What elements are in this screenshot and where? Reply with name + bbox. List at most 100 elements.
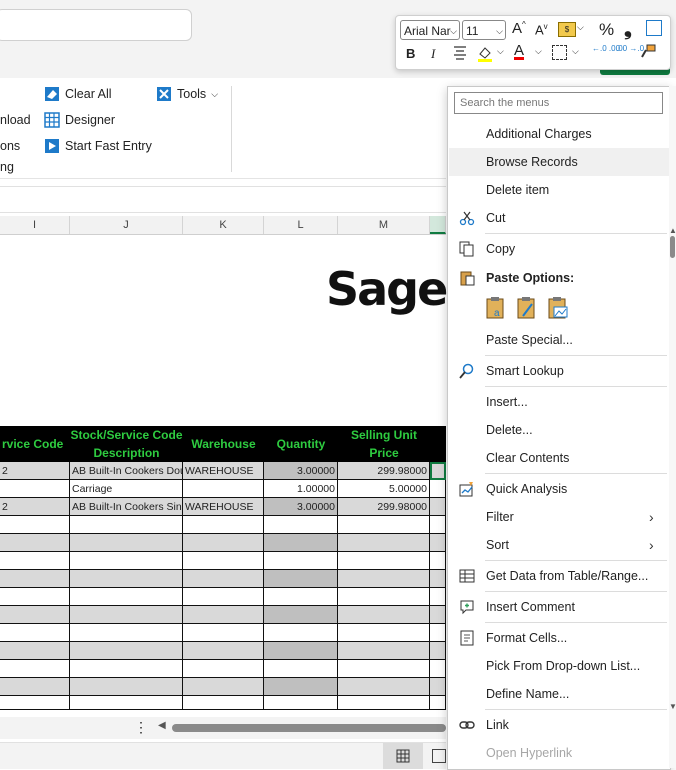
- clipboard-icon: [460, 271, 475, 286]
- menu-item-browse-records[interactable]: Browse Records: [449, 148, 669, 176]
- comma-style-button[interactable]: ❟: [624, 18, 632, 41]
- more-options-icon[interactable]: ⋮: [134, 719, 148, 736]
- menu-item-sort[interactable]: Sort ›: [449, 531, 669, 559]
- cell-price[interactable]: 299.98000: [338, 498, 430, 516]
- cell-description[interactable]: AB Built-In Cookers Singl: [70, 498, 183, 516]
- borders-icon[interactable]: [552, 45, 567, 60]
- ribbon-options-button[interactable]: ons: [0, 139, 20, 153]
- increase-font-size-icon[interactable]: A^: [512, 20, 526, 37]
- menu-item-get-data-from-table[interactable]: Get Data from Table/Range...: [449, 562, 669, 590]
- start-fast-entry-button[interactable]: Start Fast Entry: [44, 138, 152, 154]
- table-row: [0, 606, 446, 624]
- paste-values-icon[interactable]: a: [485, 296, 507, 320]
- menu-item-format-cells[interactable]: Format Cells...: [449, 624, 669, 652]
- column-header-l[interactable]: L: [264, 216, 338, 234]
- menu-item-additional-charges[interactable]: Additional Charges: [449, 120, 669, 148]
- font-color-icon[interactable]: A: [514, 42, 524, 59]
- ribbon-options-label: ons: [0, 139, 21, 153]
- start-fast-entry-label: Start Fast Entry: [65, 139, 152, 153]
- cell-extra[interactable]: [430, 498, 446, 516]
- menu-separator: [485, 591, 667, 592]
- tools-dropdown[interactable]: Tools ⌵: [156, 86, 218, 102]
- column-header-m[interactable]: M: [338, 216, 430, 234]
- scroll-left-icon[interactable]: ◀: [158, 720, 166, 731]
- cell-quantity[interactable]: 3.00000: [264, 462, 338, 480]
- menu-item-clear-contents[interactable]: Clear Contents: [449, 444, 669, 472]
- ribbon-divider: [231, 86, 232, 172]
- align-center-icon[interactable]: [452, 44, 468, 63]
- percent-style-button[interactable]: %: [599, 20, 614, 40]
- menu-item-delete[interactable]: Delete...: [449, 416, 669, 444]
- ribbon-download-label: nload: [0, 113, 31, 127]
- menu-item-smart-lookup[interactable]: Smart Lookup: [449, 357, 669, 385]
- cell-service-code[interactable]: 2: [0, 462, 70, 480]
- cell-warehouse[interactable]: [183, 480, 264, 498]
- column-header-i[interactable]: I: [0, 216, 70, 234]
- table-icon: [459, 569, 475, 583]
- vertical-scrollbar[interactable]: ▲ ▼: [669, 86, 676, 768]
- column-header-k[interactable]: K: [183, 216, 264, 234]
- cell-extra[interactable]: [430, 480, 446, 498]
- search-box[interactable]: [0, 9, 192, 41]
- designer-button[interactable]: Designer: [44, 112, 115, 128]
- italic-button[interactable]: I: [431, 46, 435, 62]
- cell-quantity[interactable]: 1.00000: [264, 480, 338, 498]
- menu-item-filter[interactable]: Filter ›: [449, 503, 669, 531]
- vertical-scrollbar-thumb[interactable]: [670, 236, 675, 258]
- wrap-text-icon[interactable]: [646, 20, 662, 36]
- cell-price[interactable]: 5.00000: [338, 480, 430, 498]
- column-header-j[interactable]: J: [70, 216, 183, 234]
- cell-warehouse[interactable]: WAREHOUSE: [183, 498, 264, 516]
- scroll-down-icon[interactable]: ▼: [669, 702, 676, 711]
- menu-item-insert-comment[interactable]: Insert Comment: [449, 593, 669, 621]
- paste-formulas-icon[interactable]: [516, 296, 538, 320]
- format-painter-icon[interactable]: [640, 44, 656, 63]
- page-layout-view-icon[interactable]: [432, 749, 446, 763]
- search-menus-input[interactable]: Search the menus: [454, 92, 663, 114]
- font-size-select[interactable]: 11 ⌵: [462, 20, 506, 40]
- menu-item-label: Insert Comment: [486, 600, 575, 614]
- menu-item-label: Delete item: [486, 183, 550, 197]
- decrease-font-size-icon[interactable]: Av: [535, 22, 548, 37]
- chevron-down-icon[interactable]: ⌵: [572, 46, 579, 57]
- cell-quantity[interactable]: 3.00000: [264, 498, 338, 516]
- cell-description[interactable]: Carriage: [70, 480, 183, 498]
- cell-price[interactable]: 299.98000: [338, 462, 430, 480]
- cell-service-code[interactable]: [0, 480, 70, 498]
- bold-button[interactable]: B: [406, 46, 415, 61]
- cell-service-code[interactable]: 2: [0, 498, 70, 516]
- menu-item-define-name[interactable]: Define Name...: [449, 680, 669, 708]
- menu-item-label: Sort: [486, 538, 509, 552]
- font-name-select[interactable]: Arial Nar ⌵: [400, 20, 460, 40]
- fill-color-icon[interactable]: [476, 44, 494, 65]
- accounting-format-icon[interactable]: $: [558, 22, 576, 37]
- active-cell[interactable]: [430, 462, 446, 480]
- chevron-down-icon[interactable]: ⌵: [535, 46, 542, 57]
- menu-item-quick-analysis[interactable]: Quick Analysis: [449, 475, 669, 503]
- font-size-value: 11: [466, 24, 479, 38]
- menu-item-cut[interactable]: Cut: [449, 204, 669, 232]
- menu-item-pick-from-dropdown[interactable]: Pick From Drop-down List...: [449, 652, 669, 680]
- menu-item-paste-special[interactable]: Paste Special...: [449, 326, 669, 354]
- normal-view-button[interactable]: [383, 743, 423, 769]
- formula-bar[interactable]: [0, 186, 446, 213]
- column-header-n[interactable]: [430, 216, 446, 234]
- tools-label: Tools: [177, 87, 207, 101]
- chevron-down-icon[interactable]: ⌵: [577, 22, 584, 33]
- menu-item-open-hyperlink: Open Hyperlink: [449, 739, 669, 767]
- menu-item-copy[interactable]: Copy: [449, 235, 669, 263]
- scroll-up-icon[interactable]: ▲: [669, 226, 676, 235]
- table-row: Carriage 1.00000 5.00000: [0, 480, 446, 498]
- clear-all-button[interactable]: Clear All: [44, 86, 112, 102]
- menu-item-delete-item[interactable]: Delete item: [449, 176, 669, 204]
- chevron-down-icon[interactable]: ⌵: [497, 46, 504, 57]
- menu-item-insert[interactable]: Insert...: [449, 388, 669, 416]
- menu-item-label: Pick From Drop-down List...: [486, 659, 641, 673]
- paste-picture-icon[interactable]: [547, 296, 569, 320]
- cell-warehouse[interactable]: WAREHOUSE: [183, 462, 264, 480]
- ribbon-download-button[interactable]: nload: [0, 113, 31, 127]
- horizontal-scrollbar-thumb[interactable]: [172, 724, 446, 732]
- menu-item-link[interactable]: Link: [449, 711, 669, 739]
- cell-description[interactable]: AB Built-In Cookers Doub: [70, 462, 183, 480]
- context-menu: Search the menus Additional Charges Brow…: [447, 86, 671, 770]
